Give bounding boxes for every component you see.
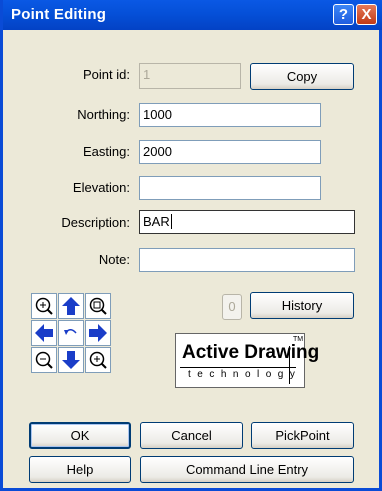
zoom-window-button[interactable] xyxy=(85,293,111,319)
logo-underline xyxy=(180,367,296,368)
northing-field[interactable]: 1000 xyxy=(139,103,321,127)
zoom-in-icon xyxy=(35,297,53,315)
arrow-up-icon xyxy=(62,297,80,315)
arrow-down-icon xyxy=(62,351,80,369)
logo-main-text: Active Drawing xyxy=(182,342,320,363)
point-id-label: Point id: xyxy=(83,67,130,82)
easting-field[interactable]: 2000 xyxy=(139,140,321,164)
logo-tm: TM xyxy=(293,336,304,343)
easting-label: Easting: xyxy=(83,144,130,159)
zoom-out-button[interactable] xyxy=(31,347,57,373)
text-cursor xyxy=(170,214,172,229)
logo-sub-text: technology xyxy=(188,369,302,380)
zoom-in-button[interactable] xyxy=(31,293,57,319)
close-button[interactable]: X xyxy=(356,4,377,25)
elevation-field[interactable] xyxy=(139,176,321,200)
ok-button[interactable]: OK xyxy=(29,422,131,449)
history-button[interactable]: History xyxy=(250,292,354,319)
note-label: Note: xyxy=(98,252,130,267)
zoom-out-icon xyxy=(35,351,53,369)
copy-button[interactable]: Copy xyxy=(250,63,354,90)
help-title-button[interactable]: ? xyxy=(333,4,354,25)
cancel-button[interactable]: Cancel xyxy=(140,422,243,449)
description-value: BAR xyxy=(143,214,170,229)
zoom-extents-button[interactable] xyxy=(85,347,111,373)
zero-button: 0 xyxy=(222,294,242,320)
pan-right-button[interactable] xyxy=(85,320,111,346)
description-field[interactable]: BAR xyxy=(139,210,355,234)
undo-view-button[interactable] xyxy=(58,320,84,346)
title-bar[interactable]: Point Editing ? X xyxy=(3,0,382,30)
active-drawing-logo: Active Drawing TM technology xyxy=(175,333,319,388)
arrow-right-icon xyxy=(89,324,107,342)
description-label: Description: xyxy=(61,215,130,230)
pickpoint-button[interactable]: PickPoint xyxy=(251,422,354,449)
window-title: Point Editing xyxy=(11,6,107,23)
point-editing-dialog: Point Editing ? X Point id: 1 Copy North… xyxy=(0,0,382,491)
zoom-extents-icon xyxy=(89,351,107,369)
point-id-field: 1 xyxy=(139,63,241,89)
elevation-label: Elevation: xyxy=(72,180,130,195)
help-button[interactable]: Help xyxy=(29,456,131,483)
note-field[interactable] xyxy=(139,248,355,272)
arrow-left-icon xyxy=(35,324,53,342)
command-line-entry-button[interactable]: Command Line Entry xyxy=(140,456,354,483)
northing-label: Northing: xyxy=(77,107,130,122)
pan-up-button[interactable] xyxy=(58,293,84,319)
undo-icon xyxy=(64,329,77,335)
pan-left-button[interactable] xyxy=(31,320,57,346)
zoom-window-icon xyxy=(89,297,107,315)
pan-down-button[interactable] xyxy=(58,347,84,373)
